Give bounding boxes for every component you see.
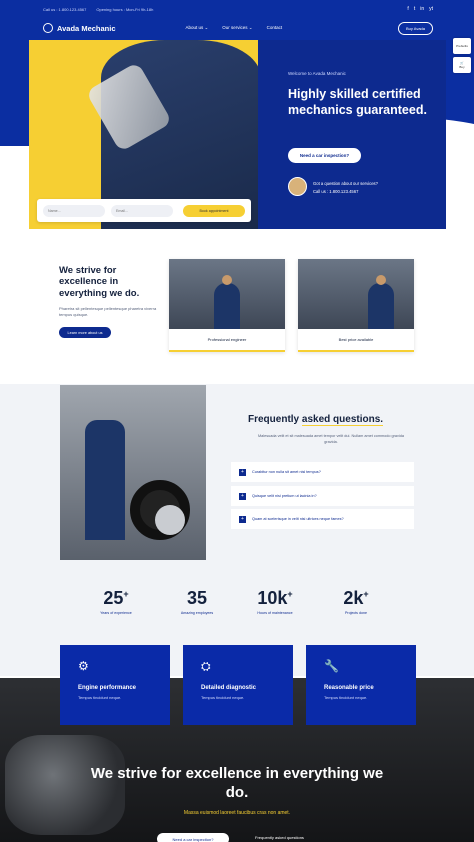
stat-projects: 2k+ Projects done xyxy=(326,588,386,615)
service-price[interactable]: 🔧 Reasonable price Tempus tincidunt nequ… xyxy=(306,645,416,725)
stat-suffix: + xyxy=(287,589,293,599)
side-widgets: Prebuilts 🛒 Buy xyxy=(453,38,471,73)
stat-suffix: + xyxy=(363,589,369,599)
faq-question: Quam at scelerisque in velit nisi ultric… xyxy=(252,517,344,521)
service-diagnostic[interactable]: ⛭ Detailed diagnostic Tempus tincidunt n… xyxy=(183,645,293,725)
stat-number: 2k xyxy=(343,588,364,608)
service-engine[interactable]: ⚙ Engine performance Tempus tincidunt ne… xyxy=(60,645,170,725)
engine-icon: ⚙ xyxy=(78,659,89,673)
strive-title: We strive for excellence in everything w… xyxy=(59,265,140,299)
diagnostic-icon: ⛭ xyxy=(201,659,211,673)
faq-question: Quisque velit nisi pretium ut lacinia in… xyxy=(252,494,317,498)
hero-kicker: Welcome to Avada Mechanic xyxy=(288,71,346,76)
service-subtitle: Tempus tincidunt neque. xyxy=(324,695,368,700)
faq-item[interactable]: + Quisque velit nisi pretium ut lacinia i… xyxy=(231,486,414,506)
strive-text: Pharetra sit pellentesque pellentesque p… xyxy=(59,306,157,317)
service-title: Detailed diagnostic xyxy=(201,685,257,691)
topbar-phone[interactable]: Call us : 1.800.123.4567 xyxy=(43,7,86,12)
service-title: Reasonable price xyxy=(324,685,374,691)
nav-about[interactable]: About us ⌄ xyxy=(186,25,209,31)
buy-button[interactable]: Buy Avada xyxy=(397,21,433,35)
twitter-icon[interactable]: t xyxy=(414,6,415,12)
hero-question: Got a question about our services? xyxy=(313,181,378,186)
youtube-icon[interactable]: yt xyxy=(429,6,433,12)
mechanic-figure xyxy=(214,283,240,329)
nav-contact[interactable]: Contact xyxy=(267,25,283,31)
service-subtitle: Tempus tincidunt neque. xyxy=(78,695,122,700)
faq-image xyxy=(60,385,206,560)
faq-title-b: asked questions. xyxy=(301,414,384,426)
service-subtitle: Tempus tincidunt neque. xyxy=(201,695,245,700)
hero-title: Highly skilled certified mechanics guara… xyxy=(288,87,427,117)
hero-call[interactable]: Call us : 1.800.123.4567 xyxy=(313,189,358,194)
brand-name: Avada Mechanic xyxy=(57,23,116,33)
stat-label: Hours of maintenance xyxy=(257,611,293,615)
facebook-icon[interactable]: f xyxy=(407,6,408,12)
book-appointment-button[interactable]: Book appointment xyxy=(183,204,245,217)
social-links: f t in yt xyxy=(407,6,433,12)
navbar: Avada Mechanic About us ⌄ Our services ⌄… xyxy=(43,20,433,36)
avatar xyxy=(288,177,307,196)
stat-label: Projects done xyxy=(345,611,367,615)
nav-services[interactable]: Our services ⌄ xyxy=(222,25,252,31)
rim-icon xyxy=(155,505,185,535)
faq-description: Malesuada velit et sit malesuada amet te… xyxy=(257,434,405,444)
main-menu: About us ⌄ Our services ⌄ Contact xyxy=(186,25,283,31)
stat-number: 35 xyxy=(186,588,208,608)
name-input[interactable] xyxy=(43,204,105,217)
bottom-faq-link[interactable]: Frequently asked questions xyxy=(255,835,304,840)
card-label: Best price available xyxy=(338,337,374,342)
card-image xyxy=(169,259,285,329)
service-title: Engine performance xyxy=(78,685,137,691)
mechanic-head xyxy=(376,275,386,285)
faq-item[interactable]: + Quam at scelerisque in velit nisi ultri… xyxy=(231,509,414,529)
bottom-title: We strive for excellence in everything w… xyxy=(90,765,384,801)
prebuilts-widget[interactable]: Prebuilts xyxy=(453,38,471,54)
faq-question: Curabitur non nulla sit amet nisl tempus… xyxy=(252,470,321,474)
plus-icon: + xyxy=(239,492,246,500)
stat-label: Amazing employees xyxy=(180,611,214,615)
faq-title-a: Frequently xyxy=(248,414,302,425)
stat-number: 25 xyxy=(103,588,124,608)
learn-more-button[interactable]: Learn more about us xyxy=(59,327,111,338)
card-label: Professional engineer xyxy=(207,337,247,342)
instagram-icon[interactable]: in xyxy=(420,6,424,12)
plus-icon: + xyxy=(239,468,246,476)
bottom-subtitle: Massa euismod laoreet faucibus cras non … xyxy=(183,810,291,816)
stat-number: 10k xyxy=(257,588,288,608)
email-input[interactable] xyxy=(111,204,173,217)
stat-hours: 10k+ Hours of maintenance xyxy=(245,588,305,615)
prebuilts-label: Prebuilts xyxy=(456,44,468,48)
stat-label: Years of experience xyxy=(100,611,132,615)
mechanic-figure xyxy=(85,420,125,540)
mechanic-figure xyxy=(368,283,394,329)
hero-inspection-button[interactable]: Need a car inspection? xyxy=(288,148,361,163)
appointment-form: Book appointment xyxy=(37,199,251,222)
buy-widget[interactable]: 🛒 Buy xyxy=(453,57,471,73)
brand-logo[interactable]: Avada Mechanic xyxy=(43,23,116,33)
gear-logo-icon xyxy=(43,23,53,33)
bottom-inspection-button[interactable]: Need a car inspection? xyxy=(157,833,229,842)
stat-employees: 35 Amazing employees xyxy=(167,588,227,615)
buy-label: Buy xyxy=(459,65,465,69)
stat-suffix: + xyxy=(123,589,129,599)
mechanic-head xyxy=(222,275,232,285)
card-best-price[interactable]: Best price available xyxy=(298,259,414,352)
card-image xyxy=(298,259,414,329)
hero-panel xyxy=(258,40,446,229)
wrench-icon: 🔧 xyxy=(324,659,339,673)
plus-icon: + xyxy=(239,515,246,523)
faq-title: Frequently asked questions. xyxy=(248,414,384,426)
topbar: Call us : 1.800.123.4567 Opening hours :… xyxy=(43,4,433,14)
topbar-hours: Opening hours : Mon-Fri 9h-18h xyxy=(96,6,154,12)
card-professional[interactable]: Professional engineer xyxy=(169,259,285,352)
faq-item[interactable]: + Curabitur non nulla sit amet nisl tempu… xyxy=(231,462,414,482)
stat-years: 25+ Years of experience xyxy=(86,588,146,615)
